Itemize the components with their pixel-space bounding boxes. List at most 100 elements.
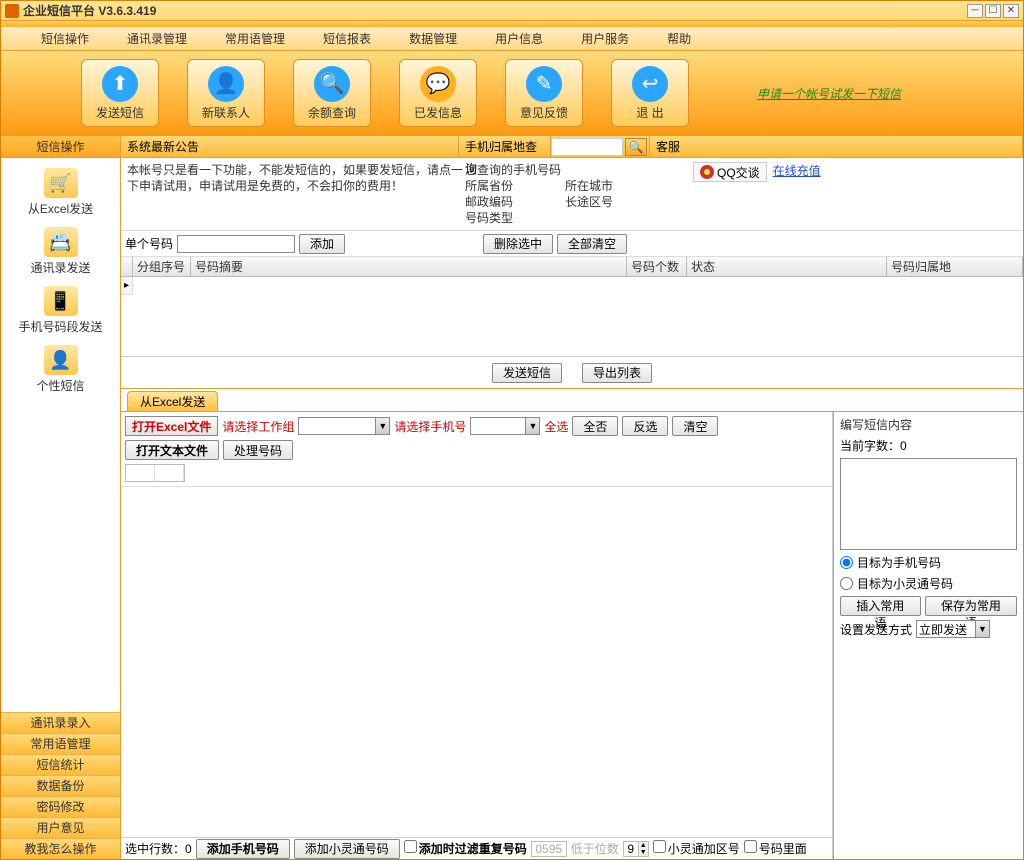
menu-data[interactable]: 数据管理 [409,30,457,47]
tb-exit[interactable]: ↩退 出 [611,59,689,127]
export-list-button[interactable]: 导出列表 [582,363,652,383]
sidebar-bottom: 通讯录录入 常用语管理 短信统计 数据备份 密码修改 用户意见 教我怎么操作 [1,712,120,859]
notice-row: 本帐号只是看一下功能，不能发短信的，如果要发短信，请点一下申请试用，申请试用是免… [121,158,1023,231]
select-all-button[interactable]: 全选 [544,418,568,435]
sidebar: 短信操作 🛒从Excel发送 📇通讯录发送 📱手机号码段发送 👤个性短信 通讯录… [1,136,121,859]
app-icon [5,4,19,18]
save-phrase-button[interactable]: 保存为常用语 [925,596,1017,616]
maximize-button[interactable]: ☐ [985,4,1001,18]
qq-chat-button[interactable]: QQ交谈 [693,162,767,182]
exit-icon: ↩ [632,66,668,102]
cart-icon: 🛒 [44,168,78,198]
phone-icon: 📱 [44,286,78,316]
add-button[interactable]: 添加 [299,234,345,254]
dedupe-check[interactable]: 添加时过滤重复号码 [404,840,527,857]
menu-contacts[interactable]: 通讯录管理 [127,30,187,47]
radio-mobile[interactable]: 目标为手机号码 [840,554,1017,571]
tab-row: 从Excel发送 [121,389,1023,411]
col-count: 号码个数 [627,257,687,276]
tab-excel[interactable]: 从Excel发送 [127,391,218,411]
send-icon: ⬆ [102,66,138,102]
card-icon: 📇 [44,227,78,257]
sb-stats[interactable]: 短信统计 [1,754,120,775]
close-button[interactable]: ✕ [1003,4,1019,18]
clear-all-button[interactable]: 全部清空 [557,234,627,254]
menu-phrases[interactable]: 常用语管理 [225,30,285,47]
add-mobile-button[interactable]: 添加手机号码 [196,839,290,859]
menu-reports[interactable]: 短信报表 [323,30,371,47]
side-personal-sms[interactable]: 👤个性短信 [1,345,120,394]
tb-feedback[interactable]: ✎意见反馈 [505,59,583,127]
recharge-link[interactable]: 在线充值 [773,162,821,179]
phone-loc-input[interactable] [551,138,623,156]
row-marker-icon: ▸ [121,277,133,295]
minimize-button[interactable]: ─ [967,4,983,18]
magnify-icon: 🔍 [629,140,644,154]
side-range-send[interactable]: 📱手机号码段发送 [1,286,120,335]
single-number-input[interactable] [177,235,295,253]
action-row: 发送短信 导出列表 [121,357,1023,389]
sb-backup[interactable]: 数据备份 [1,775,120,796]
grid-body[interactable]: ▸ [121,277,1023,357]
sb-howto[interactable]: 教我怎么操作 [1,838,120,859]
menu-help[interactable]: 帮助 [667,30,691,47]
side-contacts-send[interactable]: 📇通讯录发送 [1,227,120,276]
excel-grid-area[interactable] [121,486,832,837]
menu-userservice[interactable]: 用户服务 [581,30,629,47]
chevron-down-icon: ▼ [975,621,989,637]
slogan-link[interactable]: 申请一个帐号试发一下短信 [757,85,901,102]
hdr-service: 客服 [650,136,1023,157]
contact-icon: 👤 [208,66,244,102]
insert-phrase-button[interactable]: 插入常用语 [840,596,921,616]
delete-selected-button[interactable]: 删除选中 [483,234,553,254]
send-sms-button[interactable]: 发送短信 [492,363,562,383]
clear-button[interactable]: 清空 [672,416,718,436]
compose-textarea[interactable] [840,458,1017,550]
invert-sel-button[interactable]: 反选 [622,416,668,436]
sb-phrases[interactable]: 常用语管理 [1,733,120,754]
lookup-results: 您查询的手机号码 所属省份所在城市 邮政编码长途区号 号码类型 [463,162,683,226]
tb-send-sms[interactable]: ⬆发送短信 [81,59,159,127]
edit-icon: ✎ [526,66,562,102]
qq-icon [700,165,714,179]
tb-new-contact[interactable]: 👤新联系人 [187,59,265,127]
person-icon: 👤 [44,345,78,375]
col-status: 状态 [687,257,887,276]
in-number-check[interactable]: 号码里面 [744,840,807,857]
sidebar-header: 短信操作 [1,136,120,158]
notice-text: 本帐号只是看一下功能，不能发短信的，如果要发短信，请点一下申请试用，申请试用是免… [127,162,463,226]
sb-password[interactable]: 密码修改 [1,796,120,817]
menu-userinfo[interactable]: 用户信息 [495,30,543,47]
tb-balance[interactable]: 🔍余额查询 [293,59,371,127]
col-group-seq: 分组序号 [133,257,191,276]
menu-sms[interactable]: 短信操作 [41,30,89,47]
search-icon: 🔍 [314,66,350,102]
sb-contacts-entry[interactable]: 通讯录录入 [1,712,120,733]
phone-loc-search-button[interactable]: 🔍 [625,138,647,156]
open-text-button[interactable]: 打开文本文件 [125,440,219,460]
phone-combo[interactable]: ▼ [470,417,540,435]
toolbar: ⬆发送短信 👤新联系人 🔍余额查询 💬已发信息 ✎意见反馈 ↩退 出 申请一个帐… [1,51,1023,135]
header-row: 系统最新公告 手机归属地查询 🔍 客服 [121,136,1023,158]
selected-rows-label: 选中行数：0 [125,840,192,857]
chat-icon: 💬 [420,66,456,102]
compose-title: 编写短信内容 [840,416,1017,433]
hdr-search-area: 🔍 [551,136,650,157]
phs-area-check[interactable]: 小灵通加区号 [653,840,740,857]
group-combo[interactable]: ▼ [298,417,390,435]
sb-feedback[interactable]: 用户意见 [1,817,120,838]
side-excel-send[interactable]: 🛒从Excel发送 [1,168,120,217]
chevron-up-icon[interactable]: ▲ [639,842,648,849]
radio-phs[interactable]: 目标为小灵通号码 [840,575,1017,592]
chevron-down-icon[interactable]: ▼ [639,849,648,856]
add-phs-button[interactable]: 添加小灵通号码 [294,839,400,859]
open-excel-button[interactable]: 打开Excel文件 [125,416,218,436]
tb-sent[interactable]: 💬已发信息 [399,59,477,127]
single-number-label: 单个号码 [125,235,173,252]
digits-spinner[interactable]: 9▲▼ [623,841,649,857]
hdr-announce: 系统最新公告 [121,136,459,157]
sample-input[interactable] [531,841,567,857]
process-number-button[interactable]: 处理号码 [223,440,293,460]
send-mode-combo[interactable]: 立即发送▼ [916,620,990,638]
select-none-button[interactable]: 全否 [572,416,618,436]
